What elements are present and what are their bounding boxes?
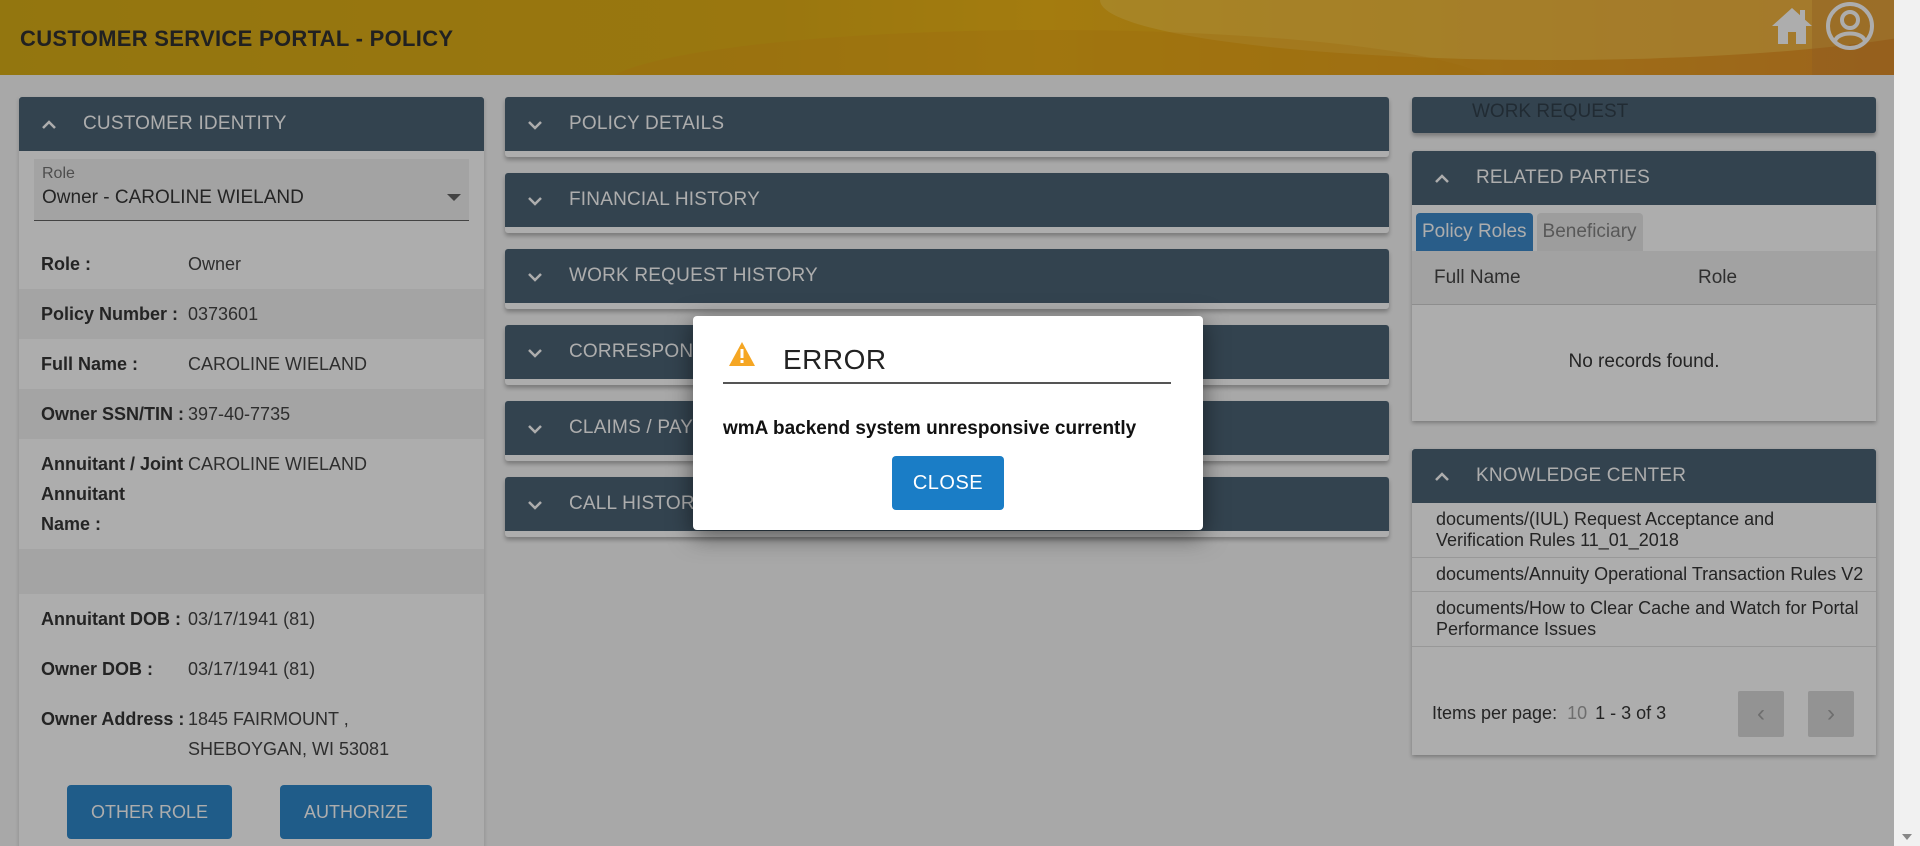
error-dialog: ERROR wmA backend system unresponsive cu… (693, 316, 1203, 530)
scroll-down-icon[interactable] (1902, 834, 1912, 840)
vertical-scrollbar[interactable] (1894, 0, 1920, 846)
dialog-message: wmA backend system unresponsive currentl… (723, 418, 1137, 439)
close-button[interactable]: CLOSE (892, 456, 1004, 510)
dialog-divider (723, 382, 1171, 384)
warning-icon (729, 342, 755, 366)
dialog-title: ERROR (783, 344, 887, 375)
